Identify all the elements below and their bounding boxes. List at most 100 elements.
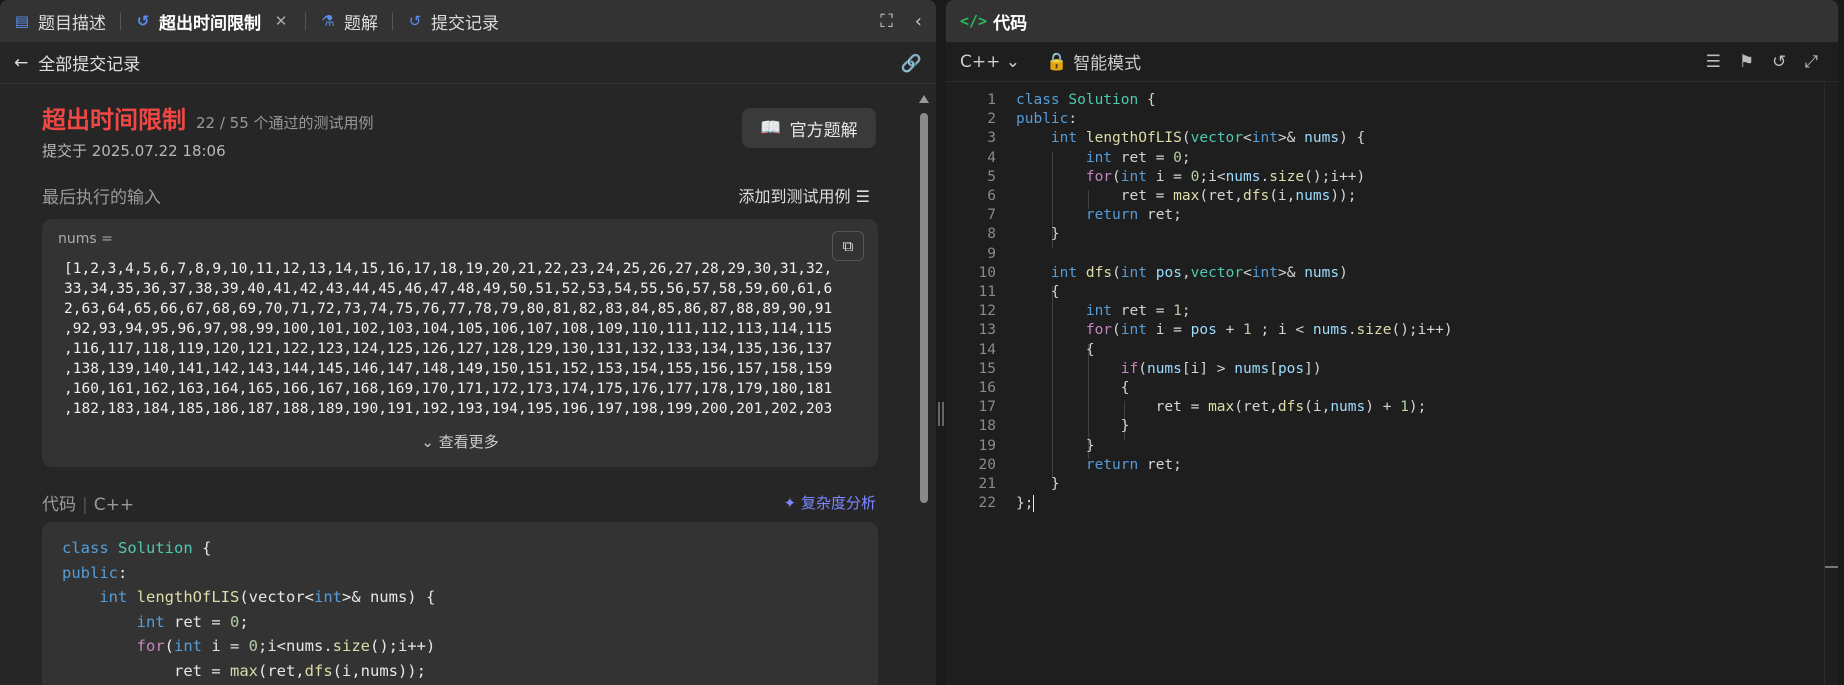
status-title: 超出时间限制 (42, 106, 186, 134)
submitted-code: class Solution { public: int lengthOfLIS… (62, 539, 436, 680)
line-number: 5 (987, 168, 996, 185)
code-line[interactable]: { (1016, 342, 1095, 358)
code-line[interactable]: }; (1016, 495, 1035, 513)
scrollbar-thumb[interactable] (920, 113, 928, 503)
line-number: 2 (987, 111, 996, 128)
complexity-analysis-button[interactable]: ✦ 复杂度分析 (784, 492, 876, 513)
text-cursor (1033, 495, 1035, 513)
flask-icon: ⚗ (321, 12, 335, 30)
right-panel: </> 代码 C++ ⌄ 🔒 智能模式 ☰ ⚑ ↺ ⤢ 1 class Solut… (946, 0, 1838, 685)
last-input-box: nums = ⧉ [1,2,3,4,5,6,7,8,9,10,11,12,13,… (42, 219, 878, 467)
line-number: 7 (987, 207, 996, 224)
editor-header: </> 代码 (946, 0, 1838, 42)
panel-resize-handle[interactable] (937, 402, 945, 426)
line-number: 1 (987, 92, 996, 108)
last-input-title: 最后执行的输入 (42, 188, 161, 208)
code-line[interactable]: ret = max(ret,dfs(i,nums)); (1016, 188, 1357, 204)
line-number: 4 (987, 149, 996, 166)
code-line[interactable]: return ret; (1016, 457, 1182, 473)
sparkle-icon: ✦ (783, 494, 797, 512)
line-number: 19 (978, 437, 996, 454)
line-number: 20 (978, 456, 996, 473)
chevron-left-icon[interactable]: ‹ (915, 11, 922, 32)
line-number: 14 (978, 341, 996, 358)
lock-icon: 🔒 (1046, 51, 1068, 72)
submitted-code-box: class Solution { public: int lengthOfLIS… (42, 522, 878, 685)
line-number: 16 (978, 380, 996, 396)
tab-solutions[interactable]: ⚗ 题解 (318, 0, 378, 42)
code-line[interactable]: int dfs(int pos,vector<int>& nums) (1016, 265, 1348, 281)
expand-icon[interactable]: ⤢ (1804, 52, 1818, 72)
line-number: 22 (978, 495, 996, 512)
double-chevron-down-icon: ⌄ (421, 433, 434, 451)
code-language: C++ (93, 495, 135, 515)
code-line[interactable]: for(int i = pos + 1 ; i < nums.size();i+… (1016, 322, 1453, 338)
tab-time-limit[interactable]: ↺ 超出时间限制 ✕ (133, 0, 291, 42)
add-list-icon: ☰ (850, 187, 870, 206)
tab-divider (305, 12, 306, 30)
smart-mode-label[interactable]: 智能模式 (1073, 49, 1141, 74)
code-line[interactable]: for(int i = 0;i<nums.size();i++) (1016, 169, 1365, 185)
bookmark-icon[interactable]: ⚑ (1739, 52, 1754, 72)
breadcrumb: ← 全部提交记录 🔗 (0, 42, 936, 84)
tab-divider (120, 12, 121, 30)
back-arrow-icon[interactable]: ← (14, 53, 28, 73)
add-testcase-button[interactable]: 添加到测试用例 ☰ (739, 183, 870, 207)
line-number: 9 (987, 245, 996, 262)
line-number: 18 (978, 418, 996, 435)
line-number: 21 (978, 476, 996, 492)
line-number: 13 (978, 322, 996, 339)
editor-toolbar: C++ ⌄ 🔒 智能模式 ☰ ⚑ ↺ ⤢ (946, 42, 1838, 82)
code-icon: </> (960, 12, 988, 30)
code-section-header: 代码 | C++ (42, 495, 135, 515)
show-more-button[interactable]: ⌄ 查看更多 (42, 431, 878, 452)
code-editor[interactable]: 1 class Solution { 2 public: 3 int lengthOfL… (946, 92, 1838, 685)
code-line[interactable]: return ret; (1016, 207, 1182, 223)
param-label: nums = (58, 231, 113, 247)
book-icon: 📖 (760, 118, 782, 138)
format-icon[interactable]: ☰ (1706, 52, 1721, 72)
code-line[interactable]: } (1016, 226, 1060, 242)
all-submissions-link[interactable]: 全部提交记录 (38, 50, 140, 75)
code-line[interactable]: } (1016, 476, 1060, 492)
link-icon[interactable]: 🔗 (901, 54, 922, 74)
line-number: 8 (987, 226, 996, 243)
code-line[interactable]: int lengthOfLIS(vector<int>& nums) { (1016, 130, 1365, 146)
line-number: 12 (978, 303, 996, 320)
line-number: 11 (978, 284, 996, 300)
code-line[interactable]: } (1016, 418, 1130, 434)
result-summary: 超出时间限制 22 / 55 个通过的测试用例 (42, 100, 374, 135)
code-line[interactable]: class Solution { (1016, 92, 1156, 108)
line-number: 6 (987, 188, 996, 204)
tab-bar: ▤ 题目描述 ↺ 超出时间限制 ✕ ⚗ 题解 ↺ 提交记录 ⛶ ‹ (0, 0, 936, 42)
document-icon: ▤ (14, 12, 30, 30)
tab-description[interactable]: ▤ 题目描述 (12, 0, 106, 42)
code-line[interactable]: if(nums[i] > nums[pos]) (1016, 361, 1322, 377)
passed-cases: 22 / 55 个通过的测试用例 (196, 114, 374, 132)
code-line[interactable]: { (1016, 284, 1060, 300)
code-line[interactable]: { (1016, 380, 1130, 396)
fullscreen-icon[interactable]: ⛶ (880, 11, 893, 32)
reset-icon[interactable]: ↺ (1772, 52, 1786, 72)
left-scrollbar[interactable] (918, 95, 930, 685)
line-number: 3 (987, 130, 996, 147)
editor-scrollbar[interactable] (1824, 82, 1838, 685)
line-number: 10 (978, 264, 996, 281)
chevron-down-icon: ⌄ (1005, 51, 1021, 72)
language-select[interactable]: C++ ⌄ (960, 52, 1020, 72)
official-solution-button[interactable]: 📖 官方题解 (742, 108, 876, 148)
code-line[interactable]: int ret = 0; (1016, 150, 1191, 166)
submit-time: 提交于 2025.07.22 18:06 (42, 142, 226, 160)
line-number: 17 (978, 399, 996, 416)
code-line[interactable]: public: (1016, 111, 1077, 127)
history-icon: ↺ (408, 12, 422, 30)
tab-submissions[interactable]: ↺ 提交记录 (405, 0, 499, 42)
tab-divider (392, 12, 393, 30)
history-icon: ↺ (136, 12, 150, 30)
code-line[interactable]: } (1016, 438, 1095, 454)
left-panel: ▤ 题目描述 ↺ 超出时间限制 ✕ ⚗ 题解 ↺ 提交记录 ⛶ ‹ ← 全部提交记录 🔗 … (0, 0, 936, 685)
close-icon[interactable]: ✕ (271, 11, 291, 31)
copy-icon[interactable]: ⧉ (832, 231, 864, 261)
code-line[interactable]: int ret = 1; (1016, 303, 1191, 319)
code-line[interactable]: ret = max(ret,dfs(i,nums) + 1); (1016, 399, 1427, 415)
